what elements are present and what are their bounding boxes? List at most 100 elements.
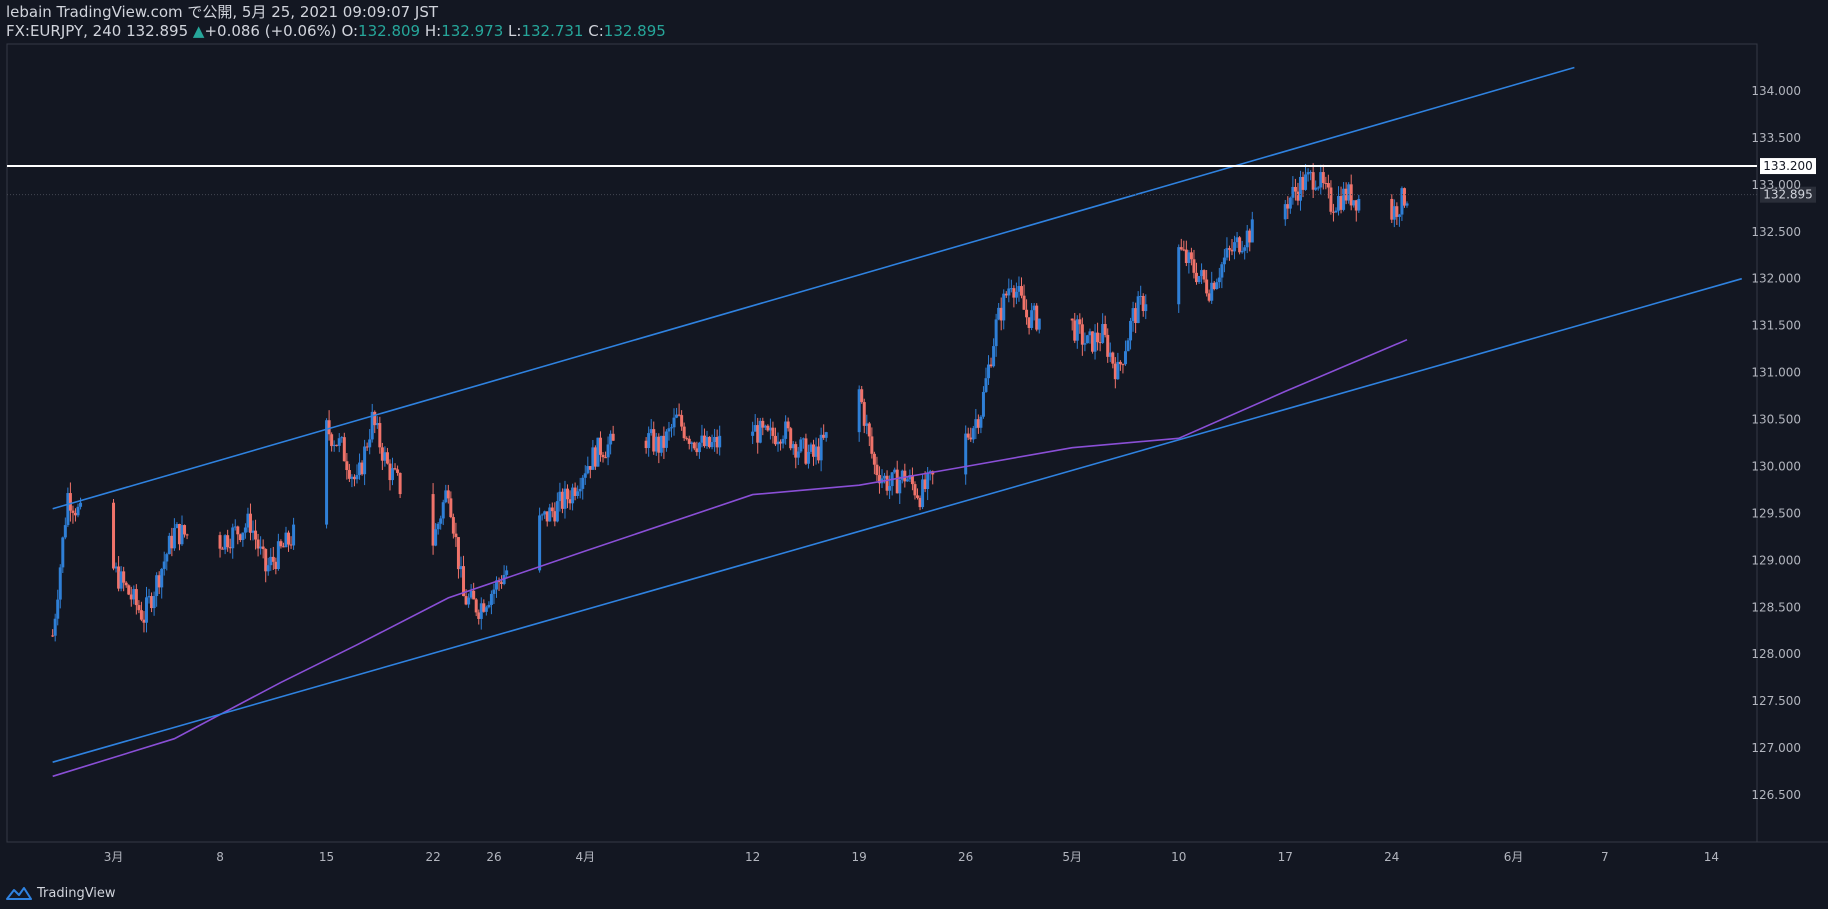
candle-body xyxy=(1096,332,1100,343)
y-tick-label: 127.500 xyxy=(1751,694,1801,708)
candle-body xyxy=(979,416,983,428)
candle-body xyxy=(492,589,496,594)
candle-body xyxy=(905,479,909,482)
candle-body xyxy=(1111,352,1115,364)
y-tick-label: 129.000 xyxy=(1751,553,1801,567)
candle-body xyxy=(1126,340,1130,352)
candle-body xyxy=(1243,247,1247,251)
candle-body xyxy=(1085,335,1089,344)
candle-body xyxy=(555,501,559,522)
candle-body xyxy=(1103,324,1107,335)
candle-body xyxy=(1121,364,1125,366)
candle-body xyxy=(860,389,864,403)
x-tick-label: 26 xyxy=(486,850,501,864)
candle-body xyxy=(160,568,164,588)
candle-body xyxy=(1014,291,1018,298)
candle-body xyxy=(1316,187,1320,189)
candle-body xyxy=(368,439,372,448)
candle-body xyxy=(292,524,296,546)
candle-body xyxy=(439,518,443,524)
candle-body xyxy=(1311,172,1315,190)
price-axis[interactable]: 126.500 127.000 127.500 128.000 128.500 129.0… xyxy=(1751,84,1801,802)
x-tick-label: 22 xyxy=(425,850,440,864)
candle-body xyxy=(1189,252,1193,260)
candle-body xyxy=(337,438,341,446)
candle-body xyxy=(1405,203,1409,206)
candle-body xyxy=(378,423,382,448)
candle-body xyxy=(964,433,968,475)
candle-body xyxy=(751,431,755,436)
candle-body xyxy=(682,426,686,439)
x-tick-label: 6月 xyxy=(1504,850,1524,864)
candle-body xyxy=(1293,186,1297,192)
candle-body xyxy=(144,597,148,623)
candle-body xyxy=(254,530,258,540)
x-tick-label: 24 xyxy=(1384,850,1399,864)
candle-body xyxy=(112,502,116,569)
y-tick-label: 130.000 xyxy=(1751,459,1801,473)
candle-body xyxy=(1037,318,1041,330)
candle-body xyxy=(966,433,970,438)
candle-body xyxy=(971,428,975,440)
x-tick-label: 14 xyxy=(1704,850,1719,864)
candle-body xyxy=(611,433,615,441)
candle-body xyxy=(243,527,247,533)
y-tick-label: 128.500 xyxy=(1751,600,1801,614)
candle-body xyxy=(913,484,917,496)
candle-body xyxy=(1240,250,1244,253)
candle-body xyxy=(1220,264,1224,278)
candle-body xyxy=(606,444,610,458)
candle-body xyxy=(669,427,673,429)
candle-body xyxy=(162,561,166,569)
candle-body xyxy=(487,604,491,608)
y-tick-label: 127.000 xyxy=(1751,741,1801,755)
candle-body xyxy=(363,446,367,475)
candle-body xyxy=(710,442,714,448)
candle-body xyxy=(449,498,453,518)
candle-body xyxy=(226,535,230,548)
candle-body xyxy=(647,433,651,449)
candle-body xyxy=(1227,248,1231,250)
candle-body xyxy=(79,502,83,507)
x-tick-label: 19 xyxy=(852,850,867,864)
price-chart[interactable]: 133.200132.895 126.500127.000127.500128.… xyxy=(0,0,1828,909)
candle-body xyxy=(1397,214,1401,217)
candle-body xyxy=(1222,257,1226,265)
candle-body xyxy=(867,423,871,437)
candle-body xyxy=(1019,286,1023,296)
candle-body xyxy=(172,527,176,549)
candle-body xyxy=(76,506,80,516)
candle-body xyxy=(992,346,996,367)
candle-body xyxy=(1215,282,1219,290)
candle-body xyxy=(456,537,460,570)
time-axis[interactable]: 3月 8 15 22 26 4月 12 19 26 5月 10 17 24 6月 7 14 xyxy=(104,850,1719,864)
y-tick-label: 133.000 xyxy=(1751,178,1801,192)
candle-body xyxy=(981,391,985,417)
candle-body xyxy=(1202,270,1206,280)
candle-body xyxy=(1070,318,1074,321)
candle-body xyxy=(248,513,252,533)
plot-area[interactable] xyxy=(6,43,1758,843)
candle-body xyxy=(446,490,450,499)
candle-body xyxy=(139,610,143,620)
candle-body xyxy=(385,452,389,464)
candle-body xyxy=(122,571,126,583)
candle-body xyxy=(266,565,270,572)
candle-body xyxy=(342,437,346,462)
candle-body xyxy=(1118,361,1122,365)
candle-body xyxy=(786,421,790,429)
x-tick-label: 10 xyxy=(1171,850,1186,864)
candle-body xyxy=(680,415,684,427)
candle-body xyxy=(581,477,585,489)
candle-body xyxy=(474,599,478,613)
candle-body xyxy=(124,582,128,586)
candle-body xyxy=(672,417,676,428)
candle-body xyxy=(984,378,988,392)
candle-body xyxy=(1334,210,1338,213)
candle-body xyxy=(576,491,580,496)
candle-body xyxy=(1123,351,1127,365)
candle-body xyxy=(578,488,582,492)
y-tick-label: 131.000 xyxy=(1751,366,1801,380)
candle-body xyxy=(393,468,397,470)
candle-body xyxy=(799,439,803,452)
